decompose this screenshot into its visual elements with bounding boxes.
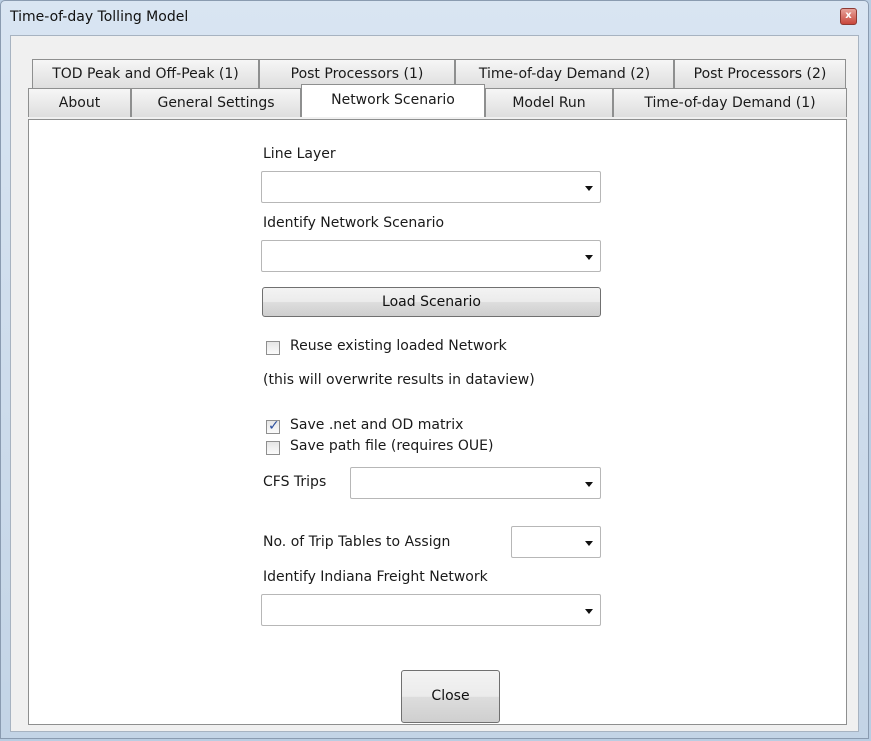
save-path-label: Save path file (requires OUE) (290, 438, 494, 454)
save-path-checkbox[interactable] (266, 441, 280, 455)
reuse-network-label: Reuse existing loaded Network (290, 338, 507, 354)
checkmark-icon: ✓ (268, 418, 280, 434)
tab-time-of-day-demand-1[interactable]: Time-of-day Demand (1) (613, 88, 847, 117)
chevron-down-icon (585, 186, 593, 191)
trip-tables-dropdown[interactable] (511, 526, 601, 558)
overwrite-note: (this will overwrite results in dataview… (263, 372, 535, 388)
reuse-network-checkbox[interactable] (266, 341, 280, 355)
app-window: Time-of-day Tolling Model x TOD Peak and… (0, 0, 869, 739)
network-scenario-panel: Line Layer Identify Network Scenario Loa… (28, 119, 847, 725)
tab-about[interactable]: About (28, 88, 131, 117)
chevron-down-icon (585, 541, 593, 546)
tab-general-settings[interactable]: General Settings (131, 88, 301, 117)
save-net-od-label: Save .net and OD matrix (290, 417, 464, 433)
line-layer-label: Line Layer (263, 146, 336, 162)
chevron-down-icon (585, 482, 593, 487)
chevron-down-icon (585, 609, 593, 614)
trip-tables-label: No. of Trip Tables to Assign (263, 534, 451, 550)
tab-time-of-day-demand-2[interactable]: Time-of-day Demand (2) (455, 59, 674, 88)
cfs-trips-dropdown[interactable] (350, 467, 601, 499)
dialog-client: TOD Peak and Off-Peak (1) Post Processor… (10, 35, 859, 732)
close-window-icon[interactable]: x (840, 8, 857, 25)
tab-model-run[interactable]: Model Run (485, 88, 613, 117)
load-scenario-button[interactable]: Load Scenario (262, 287, 601, 317)
freight-network-dropdown[interactable] (261, 594, 601, 626)
save-net-od-checkbox[interactable]: ✓ (266, 418, 280, 434)
freight-network-label: Identify Indiana Freight Network (263, 569, 488, 585)
line-layer-dropdown[interactable] (261, 171, 601, 203)
tab-tod-peak-off-peak[interactable]: TOD Peak and Off-Peak (1) (32, 59, 259, 88)
network-scenario-label: Identify Network Scenario (263, 215, 445, 231)
tab-post-processors-2[interactable]: Post Processors (2) (674, 59, 846, 88)
title-bar[interactable]: Time-of-day Tolling Model x (1, 1, 868, 35)
chevron-down-icon (585, 255, 593, 260)
cfs-trips-label: CFS Trips (263, 474, 327, 490)
close-button[interactable]: Close (401, 670, 500, 723)
window-title: Time-of-day Tolling Model (10, 9, 189, 25)
network-scenario-dropdown[interactable] (261, 240, 601, 272)
tab-network-scenario[interactable]: Network Scenario (301, 84, 485, 117)
